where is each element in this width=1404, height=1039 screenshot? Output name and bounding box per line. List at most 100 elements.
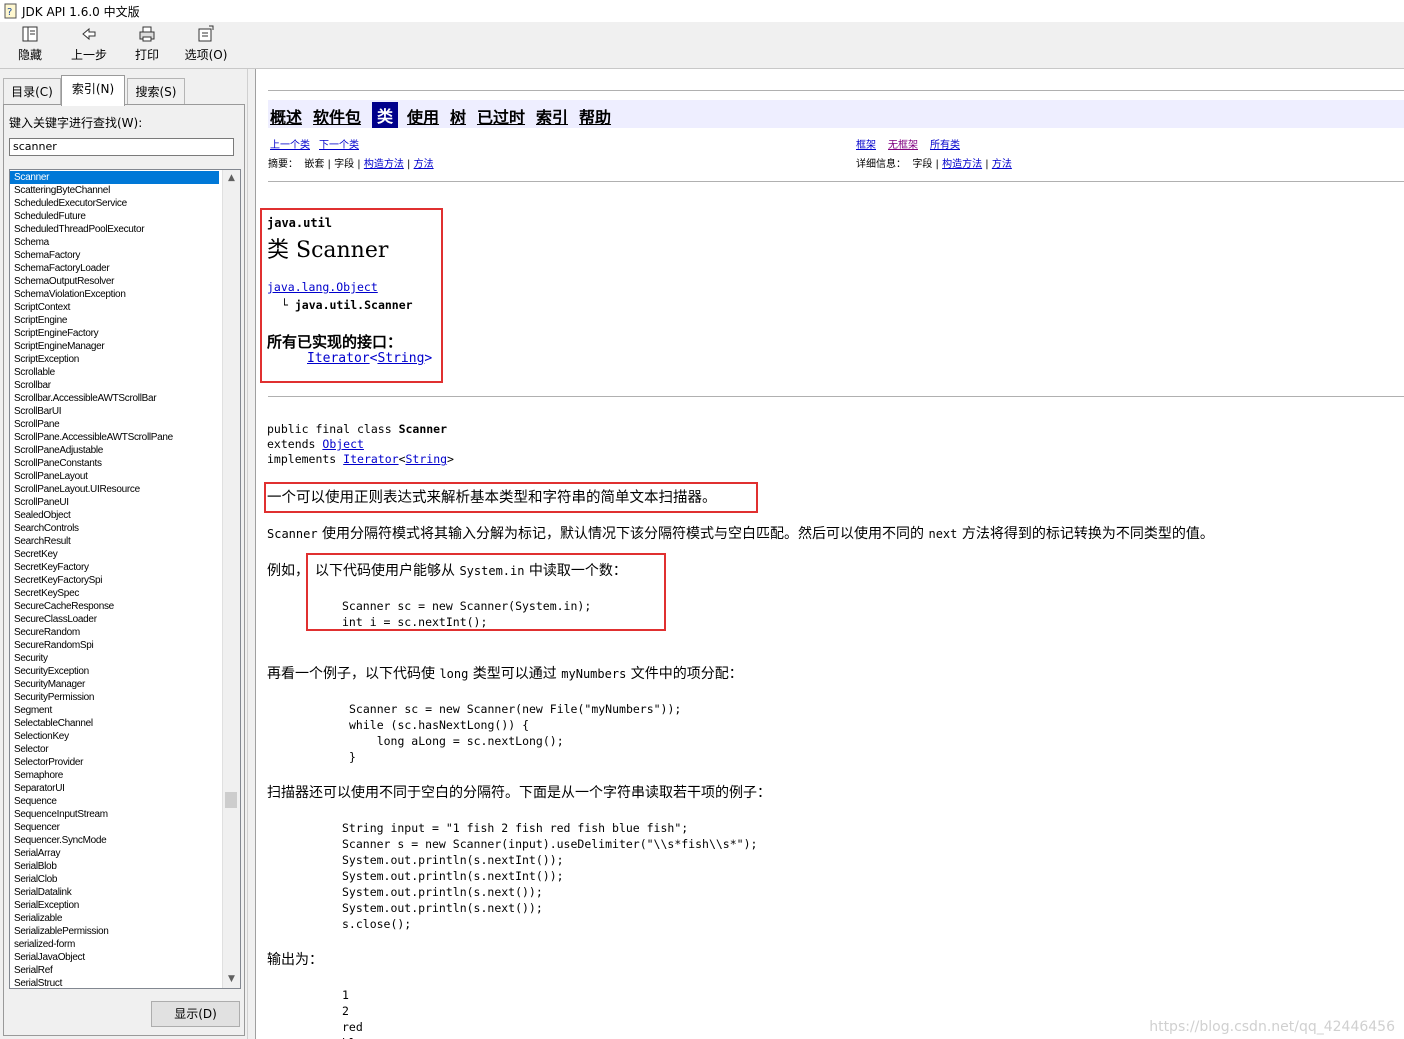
list-item[interactable]: ScriptEngineManager	[10, 340, 219, 353]
list-item[interactable]: SecurityPermission	[10, 691, 219, 704]
list-item[interactable]: ScrollPaneLayout	[10, 470, 219, 483]
parent-class-link[interactable]: java.lang.Object	[267, 280, 378, 294]
no-frames-link[interactable]: 无框架	[888, 136, 918, 151]
list-item[interactable]: SequenceInputStream	[10, 808, 219, 821]
list-item[interactable]: SecretKeyFactorySpi	[10, 574, 219, 587]
index-list[interactable]: Scanner ScatteringByteChannel ScheduledExe…	[9, 169, 241, 989]
list-item[interactable]: Scanner	[10, 171, 219, 184]
list-item[interactable]: SerialClob	[10, 873, 219, 886]
list-item[interactable]: SelectorProvider	[10, 756, 219, 769]
scroll-up-icon[interactable]: ▲	[223, 170, 240, 187]
list-item[interactable]: ScatteringByteChannel	[10, 184, 219, 197]
list-item[interactable]: Sequencer.SyncMode	[10, 834, 219, 847]
nav-package[interactable]: 软件包	[313, 104, 361, 128]
list-item[interactable]: SearchControls	[10, 522, 219, 535]
list-item[interactable]: SchemaViolationException	[10, 288, 219, 301]
list-item[interactable]: ScriptEngineFactory	[10, 327, 219, 340]
iterator-link[interactable]: Iterator	[307, 351, 370, 366]
list-item[interactable]: SerialException	[10, 899, 219, 912]
nav-index[interactable]: 索引	[536, 104, 568, 128]
list-item[interactable]: Sequence	[10, 795, 219, 808]
list-item[interactable]: SecureCacheResponse	[10, 600, 219, 613]
all-classes-link[interactable]: 所有类	[930, 136, 960, 151]
nav-deprecated[interactable]: 已过时	[477, 104, 525, 128]
list-item[interactable]: ScrollPaneUI	[10, 496, 219, 509]
list-item[interactable]: Scrollable	[10, 366, 219, 379]
hide-button[interactable]: 隐藏	[10, 24, 50, 66]
tab-index[interactable]: 索引(N)	[61, 75, 125, 106]
list-item[interactable]: ScheduledThreadPoolExecutor	[10, 223, 219, 236]
back-button[interactable]: 上一步	[68, 24, 110, 66]
list-item[interactable]: ScriptContext	[10, 301, 219, 314]
list-item[interactable]: Security	[10, 652, 219, 665]
list-item[interactable]: SchemaFactoryLoader	[10, 262, 219, 275]
list-item[interactable]: ScheduledExecutorService	[10, 197, 219, 210]
display-button[interactable]: 显示(D)	[151, 1001, 240, 1027]
list-scrollbar[interactable]: ▲ ▼	[222, 170, 240, 988]
list-item[interactable]: ScrollPaneConstants	[10, 457, 219, 470]
nav-tree[interactable]: 树	[450, 104, 466, 128]
list-item[interactable]: Selector	[10, 743, 219, 756]
next-class-link[interactable]: 下一个类	[319, 136, 359, 151]
list-item[interactable]: SelectableChannel	[10, 717, 219, 730]
list-item[interactable]: SerialJavaObject	[10, 951, 219, 964]
summary-ctor-link[interactable]: 构造方法	[364, 159, 404, 170]
list-item[interactable]: SecretKeySpec	[10, 587, 219, 600]
options-button[interactable]: 选项(O)	[182, 24, 230, 66]
impl-string-link[interactable]: String	[406, 452, 448, 466]
list-item[interactable]: ScrollPaneAdjustable	[10, 444, 219, 457]
list-item[interactable]: SearchResult	[10, 535, 219, 548]
list-item[interactable]: SealedObject	[10, 509, 219, 522]
list-item[interactable]: ScrollBarUI	[10, 405, 219, 418]
list-item[interactable]: Scrollbar.AccessibleAWTScrollBar	[10, 392, 219, 405]
scroll-down-icon[interactable]: ▼	[223, 971, 240, 988]
detail-method-link[interactable]: 方法	[992, 159, 1012, 170]
object-link[interactable]: Object	[322, 437, 364, 451]
keyword-input[interactable]	[9, 138, 234, 156]
string-link[interactable]: String	[377, 351, 424, 366]
list-item[interactable]: SerialRef	[10, 964, 219, 977]
list-item[interactable]: SerialBlob	[10, 860, 219, 873]
list-item[interactable]: SeparatorUI	[10, 782, 219, 795]
list-item[interactable]: ScriptEngine	[10, 314, 219, 327]
list-item[interactable]: SecretKeyFactory	[10, 561, 219, 574]
nav-use[interactable]: 使用	[407, 104, 439, 128]
list-item[interactable]: ScrollPane.AccessibleAWTScrollPane	[10, 431, 219, 444]
header-rule	[268, 396, 1404, 397]
list-item[interactable]: Semaphore	[10, 769, 219, 782]
detail-ctor-link[interactable]: 构造方法	[942, 159, 982, 170]
list-item[interactable]: Segment	[10, 704, 219, 717]
list-item[interactable]: SelectionKey	[10, 730, 219, 743]
prev-class-link[interactable]: 上一个类	[270, 136, 310, 151]
list-item[interactable]: SerialDatalink	[10, 886, 219, 899]
list-item[interactable]: serialized-form	[10, 938, 219, 951]
list-item[interactable]: SerializablePermission	[10, 925, 219, 938]
list-item[interactable]: ScrollPaneLayout.UIResource	[10, 483, 219, 496]
list-item[interactable]: Serializable	[10, 912, 219, 925]
impl-iterator-link[interactable]: Iterator	[343, 452, 398, 466]
list-item[interactable]: SecurityManager	[10, 678, 219, 691]
list-item[interactable]: SchemaFactory	[10, 249, 219, 262]
list-item[interactable]: ScheduledFuture	[10, 210, 219, 223]
list-item[interactable]: SecretKey	[10, 548, 219, 561]
list-item[interactable]: ScriptException	[10, 353, 219, 366]
list-item[interactable]: SecureRandomSpi	[10, 639, 219, 652]
list-item[interactable]: SecureClassLoader	[10, 613, 219, 626]
list-item[interactable]: ScrollPane	[10, 418, 219, 431]
list-item[interactable]: SecureRandom	[10, 626, 219, 639]
list-item[interactable]: Sequencer	[10, 821, 219, 834]
list-item[interactable]: SerialArray	[10, 847, 219, 860]
nav-help[interactable]: 帮助	[579, 104, 611, 128]
summary-method-link[interactable]: 方法	[414, 159, 434, 170]
print-button[interactable]: 打印	[128, 24, 166, 66]
list-item[interactable]: Scrollbar	[10, 379, 219, 392]
scroll-thumb[interactable]	[225, 792, 237, 808]
tab-contents[interactable]: 目录(C)	[3, 78, 61, 105]
list-item[interactable]: SerialStruct	[10, 977, 219, 988]
list-item[interactable]: SchemaOutputResolver	[10, 275, 219, 288]
tab-search[interactable]: 搜索(S)	[127, 78, 185, 105]
nav-overview[interactable]: 概述	[270, 104, 302, 128]
list-item[interactable]: SecurityException	[10, 665, 219, 678]
list-item[interactable]: Schema	[10, 236, 219, 249]
frames-link[interactable]: 框架	[856, 136, 876, 151]
